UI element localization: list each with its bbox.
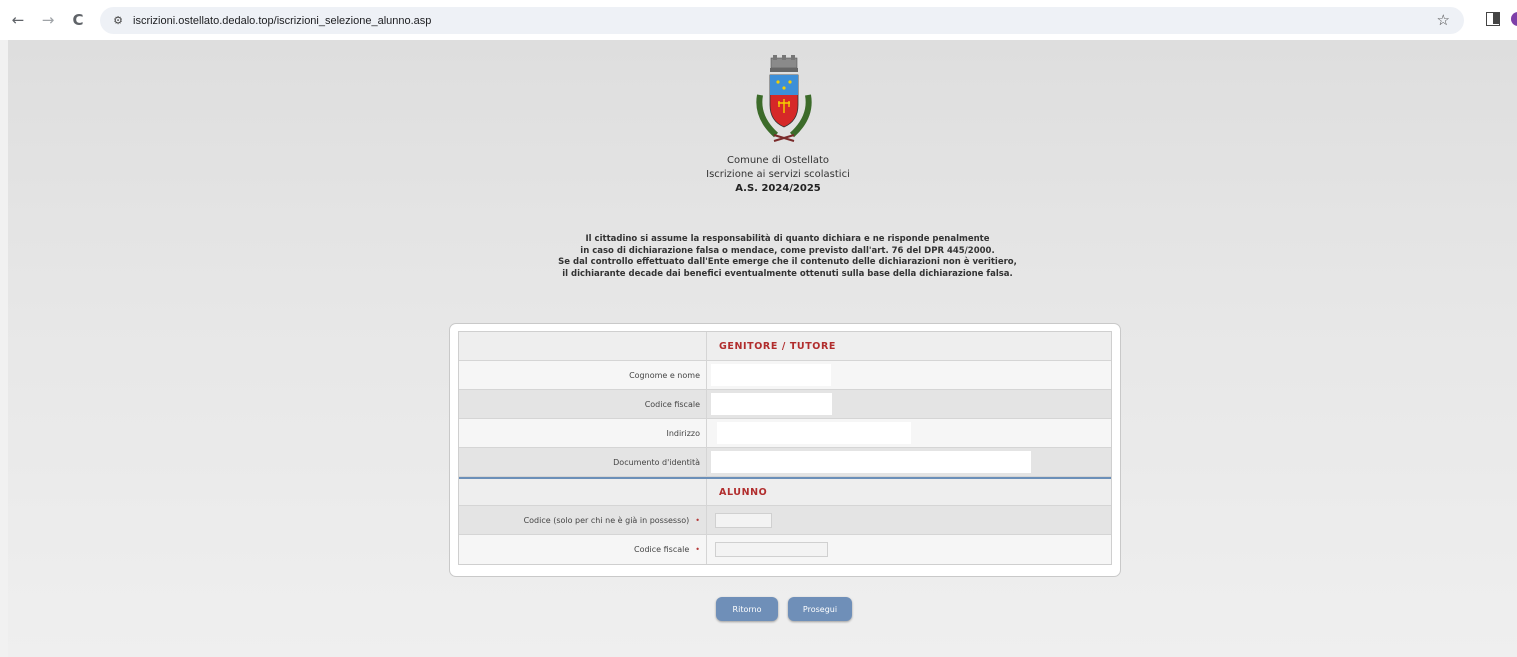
section-header-parent: GENITORE / TUTORE (459, 332, 1111, 361)
municipality-name: Comune di Ostellato (726, 155, 830, 166)
student-cf-input[interactable] (715, 542, 828, 557)
profile-avatar-icon[interactable] (1511, 12, 1517, 26)
disclaimer-line: il dichiarante decade dai benefici event… (562, 268, 1013, 279)
form-row-name: Cognome e nome (459, 361, 1111, 390)
school-year: A.S. 2024/2025 (735, 183, 821, 194)
registration-form: GENITORE / TUTORE Cognome e nome Codice … (458, 331, 1112, 565)
required-marker: • (695, 515, 700, 525)
forward-icon[interactable]: → (36, 8, 60, 32)
required-marker: • (695, 545, 700, 554)
section-title-student: ALUNNO (719, 486, 768, 498)
label-address: Indirizzo (459, 419, 707, 447)
form-row-student-code: Codice (solo per chi ne è già in possess… (459, 506, 1111, 535)
continue-button[interactable]: Prosegui (788, 597, 852, 621)
parent-name-input[interactable] (711, 364, 831, 386)
disclaimer-line: Se dal controllo effettuato dall'Ente em… (558, 257, 1017, 267)
legal-disclaimer: Il cittadino si assume la responsabilità… (520, 234, 1055, 280)
section-title-parent: GENITORE / TUTORE (719, 340, 836, 352)
parent-address-input[interactable] (717, 422, 911, 444)
form-row-document: Documento d'identità (459, 448, 1111, 477)
label-document: Documento d'identità (459, 448, 707, 476)
label-student-code: Codice (solo per chi ne è già in possess… (523, 515, 690, 525)
back-icon[interactable]: ← (6, 8, 30, 32)
back-button[interactable]: Ritorno (716, 597, 778, 621)
disclaimer-line: in caso di dichiarazione falsa o mendace… (580, 245, 995, 256)
form-row-student-cf: Codice fiscale • (459, 535, 1111, 564)
parent-cf-input[interactable] (711, 393, 832, 415)
form-row-address: Indirizzo (459, 419, 1111, 448)
label-cf: Codice fiscale (459, 390, 707, 418)
label-name: Cognome e nome (459, 361, 707, 389)
reload-icon[interactable]: C (66, 8, 90, 32)
student-code-input[interactable] (715, 512, 772, 528)
url-text[interactable]: iscrizioni.ostellato.dedalo.top/iscrizio… (133, 15, 431, 27)
bookmark-star-icon[interactable]: ☆ (1437, 11, 1450, 29)
disclaimer-line: Il cittadino si assume la responsabilità… (585, 234, 990, 244)
site-settings-icon[interactable]: ⚙ (109, 12, 127, 30)
side-panel-icon[interactable] (1486, 12, 1500, 26)
page-header: Comune di Ostellato Iscrizione ai serviz… (690, 154, 866, 196)
service-name: Iscrizione ai servizi scolastici (706, 169, 850, 180)
form-row-cf: Codice fiscale (459, 390, 1111, 419)
address-bar[interactable]: ⚙ iscrizioni.ostellato.dedalo.top/iscriz… (100, 7, 1464, 34)
municipal-crest-logo (756, 55, 812, 142)
section-header-student: ALUNNO (459, 477, 1111, 506)
parent-document-input[interactable] (711, 451, 1031, 473)
label-student-cf: Codice fiscale (633, 545, 690, 554)
browser-toolbar: ← → C ⚙ iscrizioni.ostellato.dedalo.top/… (0, 0, 1517, 40)
